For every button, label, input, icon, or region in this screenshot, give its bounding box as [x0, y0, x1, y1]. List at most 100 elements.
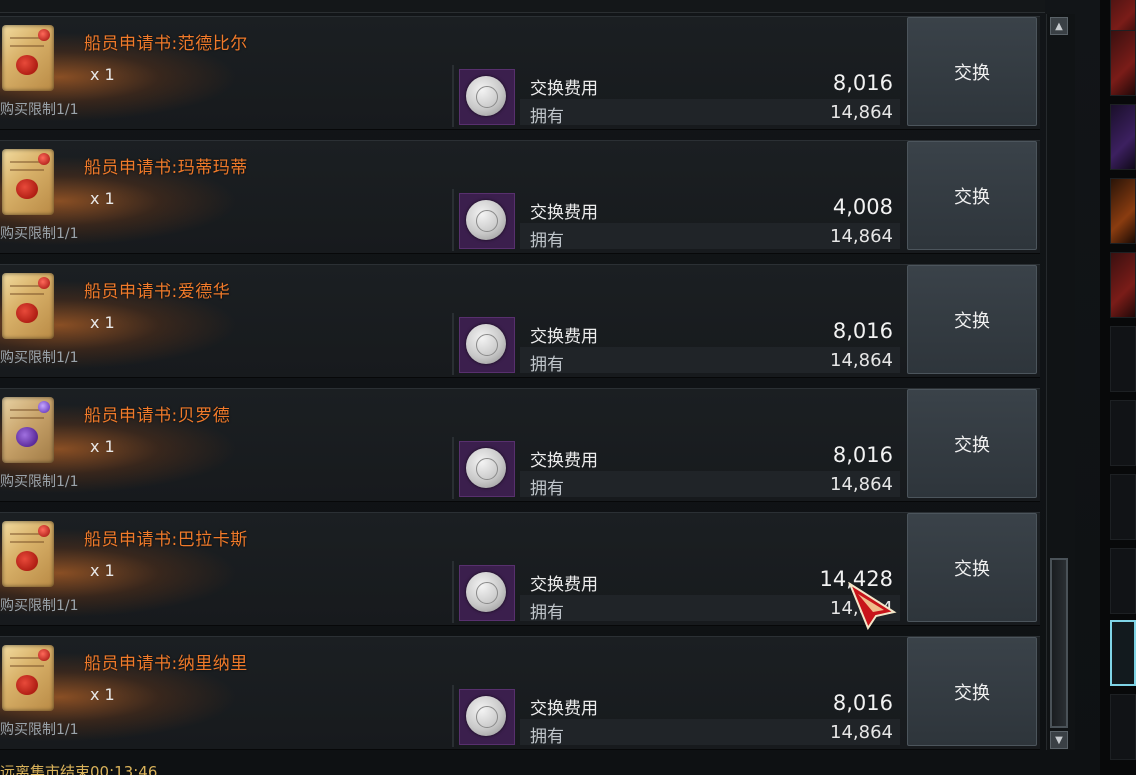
- inventory-slot[interactable]: [1110, 548, 1136, 614]
- gem-icon: [38, 525, 50, 537]
- inventory-slot[interactable]: [1110, 30, 1136, 96]
- owned-value: 14,864: [830, 722, 893, 743]
- purchase-limit: 购买限制1/1: [0, 102, 79, 118]
- item-name: 船员申请书:巴拉卡斯: [84, 530, 248, 550]
- cost-label: 交换费用: [530, 699, 598, 719]
- owned-value: 14,864: [830, 350, 893, 371]
- owned-label: 拥有: [530, 231, 564, 251]
- inventory-slot[interactable]: [1110, 104, 1136, 170]
- window-top-edge: [0, 0, 1045, 13]
- market-end-timer: 远离集市结束00:13:46: [0, 763, 158, 775]
- exchange-button[interactable]: 交换: [907, 265, 1037, 374]
- cost-label: 交换费用: [530, 575, 598, 595]
- owned-line: 拥有 14,864: [520, 223, 900, 251]
- crew-application-scroll-icon[interactable]: [2, 273, 54, 339]
- item-name: 船员申请书:贝罗德: [84, 406, 231, 426]
- currency-slot: [459, 69, 515, 125]
- cost-value: 8,016: [832, 71, 893, 95]
- exchange-button[interactable]: 交换: [907, 17, 1037, 126]
- owned-line: 拥有 14,864: [520, 99, 900, 127]
- silver-coin-icon: [466, 572, 506, 612]
- item-quantity: x 1: [90, 65, 115, 84]
- currency-slot: [459, 193, 515, 249]
- scroll-up-arrow-icon[interactable]: ▲: [1050, 17, 1068, 35]
- cost-label: 交换费用: [530, 327, 598, 347]
- exchange-button[interactable]: 交换: [907, 637, 1037, 746]
- divider: [452, 561, 454, 623]
- crew-application-scroll-icon[interactable]: [2, 397, 54, 463]
- cost-line: 交换费用 4,008: [520, 193, 900, 223]
- purchase-limit: 购买限制1/1: [0, 598, 79, 614]
- inventory-slot[interactable]: [1110, 178, 1136, 244]
- wax-seal-icon: [16, 675, 38, 695]
- divider: [452, 313, 454, 375]
- exchange-button[interactable]: 交换: [907, 389, 1037, 498]
- gem-icon: [38, 649, 50, 661]
- scrollbar-thumb[interactable]: [1050, 558, 1068, 728]
- wax-seal-icon: [16, 427, 38, 447]
- purchase-limit: 购买限制1/1: [0, 350, 79, 366]
- owned-label: 拥有: [530, 479, 564, 499]
- list-item: 船员申请书:纳里纳里 x 1 购买限制1/1 交换费用 8,016 拥有 14,…: [0, 636, 1040, 750]
- silver-coin-icon: [466, 448, 506, 488]
- exchange-button[interactable]: 交换: [907, 141, 1037, 250]
- currency-slot: [459, 689, 515, 745]
- crew-application-scroll-icon[interactable]: [2, 149, 54, 215]
- cost-value: 8,016: [832, 691, 893, 715]
- cost-value: 8,016: [832, 443, 893, 467]
- list-item: 船员申请书:贝罗德 x 1 购买限制1/1 交换费用 8,016 拥有 14,8…: [0, 388, 1040, 502]
- divider: [452, 65, 454, 127]
- gem-icon: [38, 153, 50, 165]
- currency-slot: [459, 441, 515, 497]
- owned-label: 拥有: [530, 603, 564, 623]
- owned-value: 14,864: [830, 102, 893, 123]
- crew-application-scroll-icon[interactable]: [2, 25, 54, 91]
- cost-label: 交换费用: [530, 203, 598, 223]
- silver-coin-icon: [466, 200, 506, 240]
- scroll-down-arrow-icon[interactable]: ▼: [1050, 731, 1068, 749]
- silver-coin-icon: [466, 324, 506, 364]
- inventory-slot[interactable]: [1110, 326, 1136, 392]
- list-item: 船员申请书:爱德华 x 1 购买限制1/1 交换费用 8,016 拥有 14,8…: [0, 264, 1040, 378]
- gem-icon: [38, 29, 50, 41]
- item-name: 船员申请书:纳里纳里: [84, 654, 248, 674]
- exchange-shop-window: 船员申请书:范德比尔 x 1 购买限制1/1 交换费用 8,016 拥有 14,…: [0, 0, 1136, 775]
- inventory-slot[interactable]: [1110, 252, 1136, 318]
- item-quantity: x 1: [90, 437, 115, 456]
- divider: [452, 685, 454, 747]
- cost-value: 8,016: [832, 319, 893, 343]
- cost-line: 交换费用 8,016: [520, 441, 900, 471]
- crew-application-scroll-icon[interactable]: [2, 521, 54, 587]
- owned-line: 拥有 14,864: [520, 347, 900, 375]
- item-quantity: x 1: [90, 561, 115, 580]
- purchase-limit: 购买限制1/1: [0, 722, 79, 738]
- gem-icon: [38, 401, 50, 413]
- owned-label: 拥有: [530, 355, 564, 375]
- cost-line: 交换费用 8,016: [520, 689, 900, 719]
- inventory-slot[interactable]: [1110, 694, 1136, 760]
- cost-label: 交换费用: [530, 451, 598, 471]
- item-name: 船员申请书:玛蒂玛蒂: [84, 158, 248, 178]
- exchange-button[interactable]: 交换: [907, 513, 1037, 622]
- divider: [452, 437, 454, 499]
- divider: [452, 189, 454, 251]
- item-quantity: x 1: [90, 685, 115, 704]
- cost-line: 交换费用 14,428: [520, 565, 900, 595]
- wax-seal-icon: [16, 55, 38, 75]
- inventory-slot-selected[interactable]: [1110, 620, 1136, 686]
- cost-line: 交换费用 8,016: [520, 317, 900, 347]
- inventory-slot[interactable]: [1110, 474, 1136, 540]
- inventory-slot[interactable]: [1110, 400, 1136, 466]
- owned-line: 拥有 14,864: [520, 471, 900, 499]
- purchase-limit: 购买限制1/1: [0, 226, 79, 242]
- wax-seal-icon: [16, 179, 38, 199]
- currency-slot: [459, 317, 515, 373]
- silver-coin-icon: [466, 696, 506, 736]
- currency-slot: [459, 565, 515, 621]
- cost-line: 交换费用 8,016: [520, 69, 900, 99]
- gem-icon: [38, 277, 50, 289]
- cost-value: 4,008: [832, 195, 893, 219]
- crew-application-scroll-icon[interactable]: [2, 645, 54, 711]
- item-name: 船员申请书:爱德华: [84, 282, 231, 302]
- item-quantity: x 1: [90, 189, 115, 208]
